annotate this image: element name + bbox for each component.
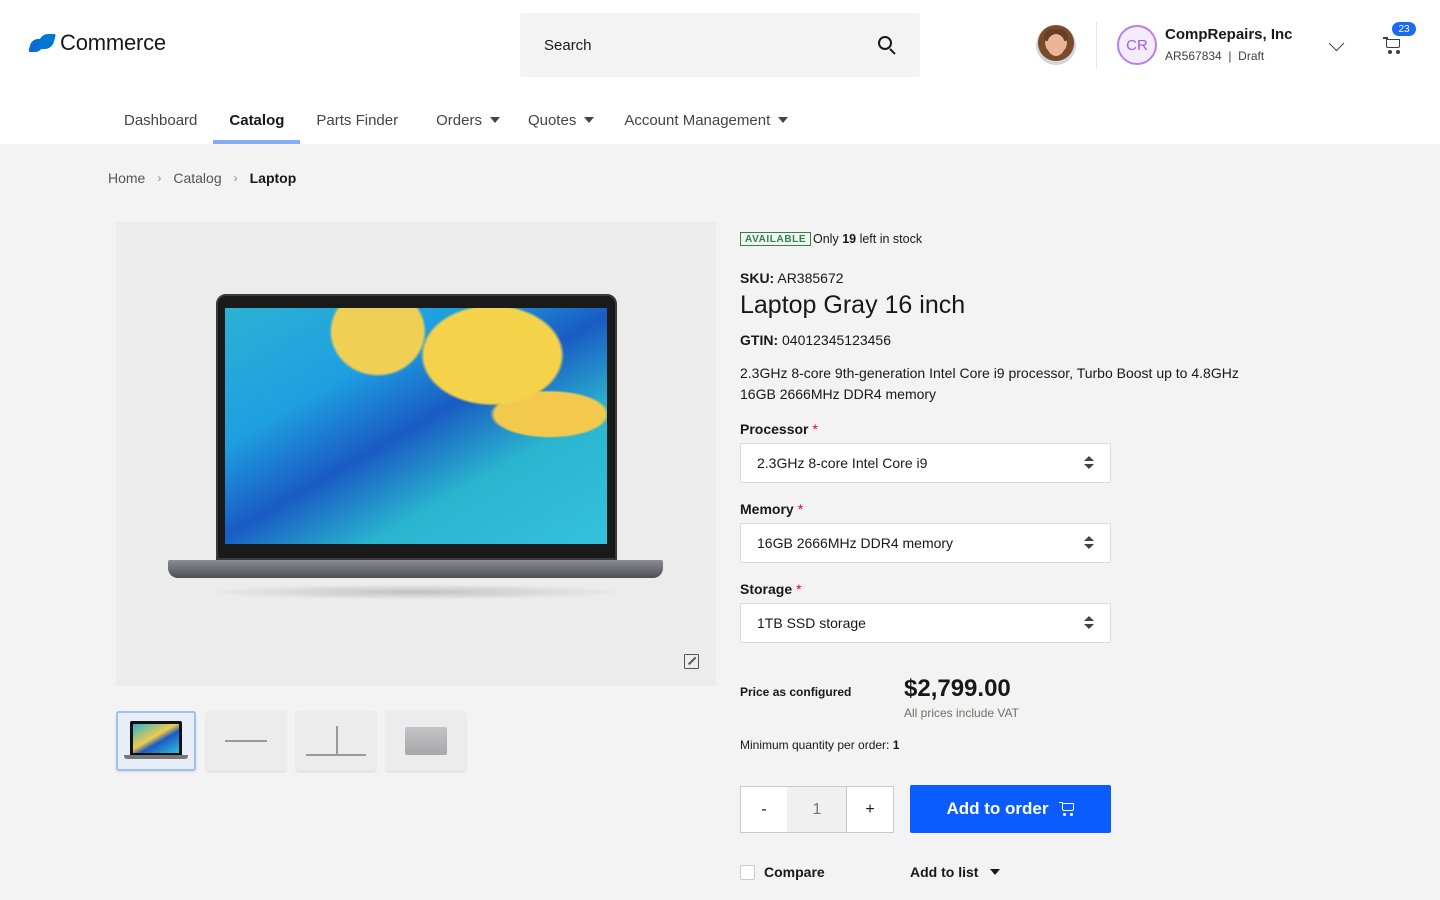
- breadcrumb-home[interactable]: Home: [108, 170, 145, 186]
- nav-label: Dashboard: [124, 111, 198, 129]
- account-name[interactable]: CompRepairs, Inc: [1165, 26, 1293, 43]
- sku-label: SKU:: [740, 270, 775, 286]
- required-marker: *: [797, 501, 804, 517]
- search-label: Search: [544, 36, 592, 54]
- min-quantity: Minimum quantity per order: 1: [740, 738, 899, 752]
- min-qty-label: Minimum quantity per order:: [740, 738, 890, 752]
- gtin-value: 04012345123456: [782, 332, 892, 348]
- price-label: Price as configured: [740, 685, 852, 699]
- checkbox[interactable]: [740, 864, 755, 880]
- select-value: 2.3GHz 8-core Intel Core i9: [757, 455, 928, 471]
- product-description: 2.3GHz 8-core 9th-generation Intel Core …: [740, 363, 1239, 405]
- memory-select[interactable]: 16GB 2666MHz DDR4 memory: [740, 523, 1111, 563]
- caret-down-icon: [778, 117, 789, 123]
- breadcrumb-current: Laptop: [249, 170, 297, 186]
- availability-badge: AVAILABLE: [740, 232, 812, 246]
- thumbnail-front[interactable]: [116, 711, 196, 771]
- gtin-label: GTIN:: [740, 332, 779, 348]
- user-avatar[interactable]: [1036, 25, 1076, 65]
- quantity-increase-button[interactable]: +: [846, 786, 894, 833]
- sku-value: AR385672: [777, 270, 844, 286]
- quantity-input[interactable]: [787, 786, 847, 833]
- add-to-list-dropdown[interactable]: Add to list: [910, 864, 1001, 880]
- stock-prefix: Only: [813, 232, 839, 246]
- nav-label: Orders: [436, 111, 482, 129]
- min-qty-value: 1: [892, 738, 900, 752]
- thumbnail-closed[interactable]: [206, 711, 286, 771]
- account-number-status: AR567834 | Draft: [1165, 49, 1265, 63]
- stock-count: 19: [842, 232, 857, 246]
- field-label-text: Storage: [740, 581, 793, 597]
- updown-icon: [1084, 536, 1094, 550]
- nav-label: Quotes: [527, 111, 577, 129]
- compare-checkbox[interactable]: Compare: [740, 864, 825, 880]
- breadcrumb-catalog[interactable]: Catalog: [173, 170, 221, 186]
- memory-label: Memory *: [740, 501, 803, 517]
- thumbnail-top[interactable]: [386, 711, 466, 771]
- updown-icon: [1084, 456, 1094, 470]
- field-label-text: Processor: [740, 421, 809, 437]
- nav-label: Parts Finder: [316, 111, 399, 129]
- cart-count-badge: 23: [1392, 22, 1416, 36]
- cart-icon: [1058, 802, 1075, 816]
- add-to-list-label: Add to list: [910, 864, 979, 880]
- processor-select[interactable]: 2.3GHz 8-core Intel Core i9: [740, 443, 1111, 483]
- header-divider: [1096, 22, 1097, 68]
- description-line: 2.3GHz 8-core 9th-generation Intel Core …: [740, 365, 1239, 381]
- nav-label: Account Management: [624, 111, 771, 129]
- quantity-decrease-button[interactable]: -: [740, 786, 788, 833]
- description-line: 16GB 2666MHz DDR4 memory: [740, 386, 937, 402]
- caret-down-icon: [489, 117, 500, 123]
- cart-icon[interactable]: [1383, 37, 1403, 55]
- gtin: GTIN: 04012345123456: [740, 332, 891, 348]
- account-avatar[interactable]: CR: [1117, 25, 1157, 65]
- search-icon[interactable]: [878, 36, 896, 55]
- compare-label: Compare: [764, 864, 825, 880]
- nav-orders[interactable]: Orders: [436, 96, 516, 144]
- chevron-down-icon[interactable]: [1328, 35, 1345, 52]
- storage-select[interactable]: 1TB SSD storage: [740, 603, 1111, 643]
- price: $2,799.00: [904, 675, 1011, 702]
- nav-catalog[interactable]: Catalog: [213, 96, 301, 144]
- expand-icon[interactable]: [684, 654, 699, 669]
- add-to-order-label: Add to order: [946, 799, 1049, 818]
- updown-icon: [1084, 616, 1094, 630]
- vat-note: All prices include VAT: [904, 706, 1019, 720]
- brand-name: Commerce: [60, 30, 166, 55]
- chevron-right-icon: ›: [233, 171, 238, 185]
- nav-quotes[interactable]: Quotes: [516, 96, 610, 144]
- product-title: Laptop Gray 16 inch: [740, 291, 966, 319]
- required-marker: *: [812, 421, 818, 437]
- stock-text: Only 19 left in stock: [813, 232, 922, 246]
- chevron-right-icon: ›: [157, 171, 162, 185]
- brand-logo[interactable]: Commerce: [28, 30, 166, 56]
- field-label-text: Memory: [740, 501, 794, 517]
- caret-down-icon: [584, 117, 595, 123]
- cloud-logo-icon: [28, 34, 57, 52]
- thumbnail-side[interactable]: [296, 711, 376, 771]
- required-marker: *: [796, 581, 802, 597]
- select-value: 1TB SSD storage: [757, 615, 866, 631]
- nav-parts-finder[interactable]: Parts Finder: [300, 96, 436, 144]
- breadcrumb: Home › Catalog › Laptop: [108, 170, 296, 186]
- search-input[interactable]: Search: [520, 13, 920, 77]
- nav-dashboard[interactable]: Dashboard: [108, 96, 213, 144]
- nav-account-management[interactable]: Account Management: [610, 96, 804, 144]
- processor-label: Processor *: [740, 421, 818, 437]
- caret-down-icon: [990, 869, 1001, 875]
- storage-label: Storage *: [740, 581, 802, 597]
- add-to-order-button[interactable]: Add to order: [910, 785, 1111, 833]
- product-image-laptop: [168, 294, 663, 604]
- main-nav: Dashboard Catalog Parts Finder Orders Qu…: [108, 96, 804, 144]
- sku: SKU: AR385672: [740, 270, 844, 286]
- header: Commerce Search CR CompRepairs, Inc AR56…: [0, 0, 1440, 144]
- select-value: 16GB 2666MHz DDR4 memory: [757, 535, 954, 551]
- nav-label: Catalog: [229, 111, 285, 129]
- stock-suffix: left in stock: [859, 232, 923, 246]
